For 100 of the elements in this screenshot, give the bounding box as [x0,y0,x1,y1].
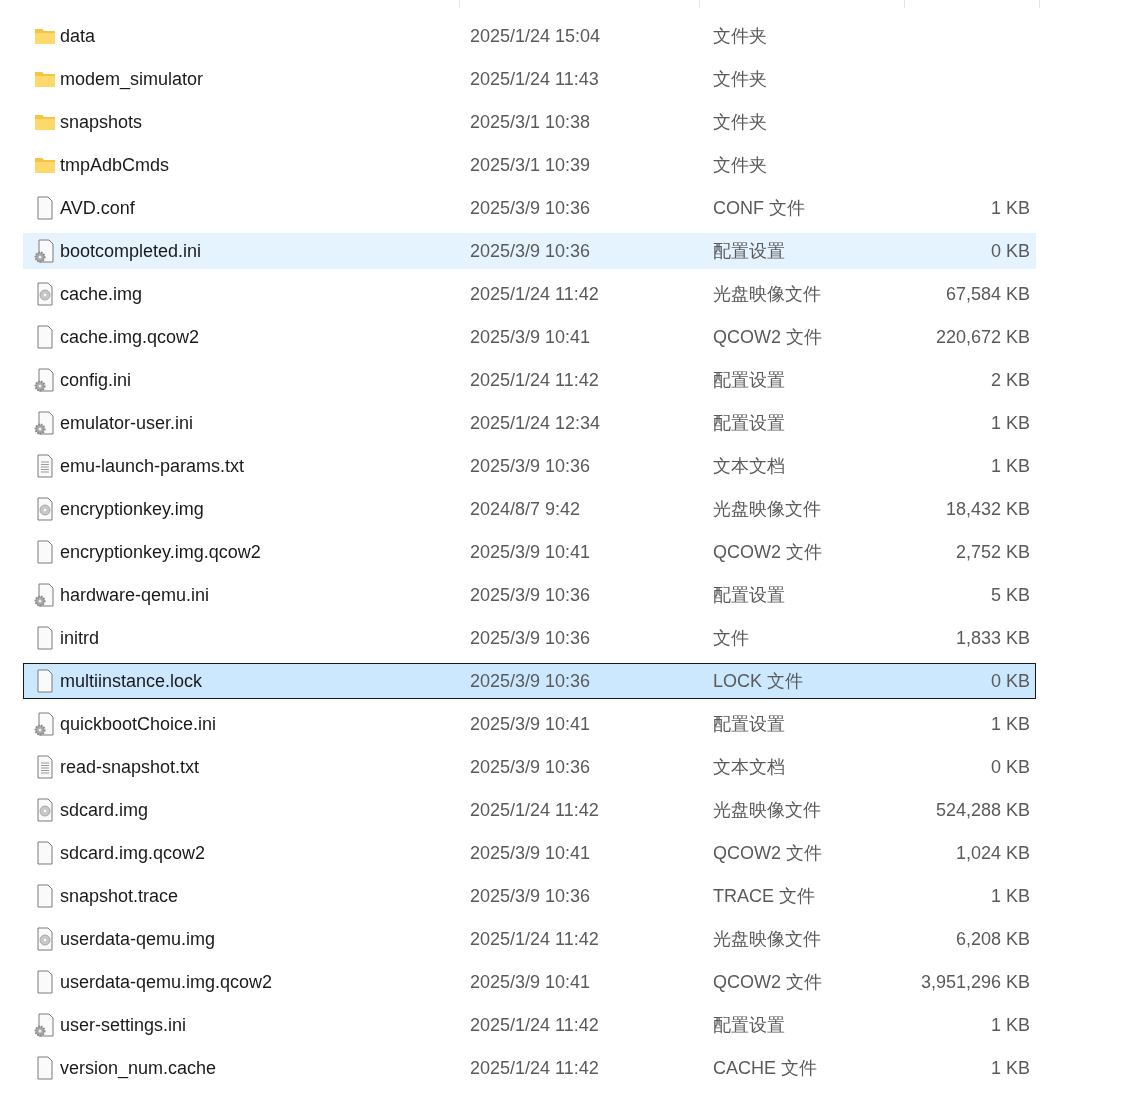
file-icon [35,1056,55,1080]
file-name: modem_simulator [60,67,205,92]
text-file-icon [35,755,55,779]
folder-icon [34,156,56,174]
modified-date: 2025/3/9 10:41 [470,540,592,564]
modified-date: 2025/1/24 11:43 [470,67,600,91]
modified-date: 2025/3/9 10:36 [470,454,592,478]
file-name: user-settings.ini [60,1013,188,1037]
modified-date: 2025/3/9 10:36 [470,583,592,607]
file-type: 文件 [713,626,750,650]
file-size: 1,024 KB [955,841,1030,865]
file-name: userdata-qemu.img [60,927,217,951]
file-size: 1 KB [990,712,1030,736]
file-type: 配置设置 [713,583,786,607]
modified-date: 2025/1/24 11:42 [470,927,600,951]
modified-date: 2025/3/9 10:41 [470,841,592,865]
file-type: LOCK 文件 [713,669,805,693]
modified-date: 2025/3/9 10:41 [470,325,592,349]
file-row[interactable]: bootcompleted.ini 2025/3/9 10:36 配置设置 0 KB [23,233,1036,269]
file-type: CACHE 文件 [713,1056,818,1080]
file-name: read-snapshot.txt [60,755,201,779]
file-size: 6,208 KB [955,927,1030,951]
file-name: sdcard.img [60,798,150,822]
file-type: 配置设置 [713,368,786,392]
file-name: config.ini [60,368,133,392]
file-type: 光盘映像文件 [713,497,822,521]
file-name: emu-launch-params.txt [60,454,246,478]
modified-date: 2025/1/24 15:04 [470,24,602,48]
file-name: quickbootChoice.ini [60,712,218,736]
file-type: CONF 文件 [713,196,806,220]
settings-file-icon [34,583,56,607]
file-type: TRACE 文件 [713,884,816,908]
file-name: snapshot.trace [60,884,180,908]
file-type: 文件夹 [713,110,768,134]
file-type: QCOW2 文件 [713,841,823,865]
modified-date: 2025/1/24 11:42 [470,368,600,392]
modified-date: 2025/3/9 10:36 [470,669,592,693]
file-size: 1 KB [990,1056,1030,1080]
file-type: 光盘映像文件 [713,798,822,822]
file-name: AVD.conf [60,196,136,220]
modified-date: 2025/3/9 10:36 [470,196,592,220]
file-size: 5 KB [990,583,1030,607]
disc-file-icon [35,798,55,822]
file-size: 0 KB [990,669,1030,693]
file-icon [35,540,55,564]
file-name: hardware-qemu.ini [60,583,211,607]
file-name: sdcard.img.qcow2 [60,841,207,865]
file-name: initrd [60,626,100,650]
modified-date: 2025/3/9 10:36 [470,755,592,779]
file-type: QCOW2 文件 [713,540,823,564]
file-name: data [60,24,97,48]
file-type: QCOW2 文件 [713,325,823,349]
file-size: 1 KB [990,454,1030,478]
modified-date: 2025/1/24 12:34 [470,411,602,435]
file-type: QCOW2 文件 [713,970,823,994]
settings-file-icon [34,712,56,736]
file-size: 18,432 KB [945,497,1030,521]
file-icon [35,970,55,994]
file-size: 220,672 KB [935,325,1030,349]
disc-file-icon [35,927,55,951]
modified-date: 2025/3/1 10:38 [470,110,592,134]
file-size: 2,752 KB [955,540,1030,564]
file-name: snapshots [60,110,144,134]
modified-date: 2025/1/24 11:42 [470,1013,600,1037]
file-name: encryptionkey.img.qcow2 [60,540,262,564]
settings-file-icon [34,1013,56,1037]
file-name: cache.img [60,282,144,306]
file-size: 1 KB [990,411,1030,435]
modified-date: 2025/3/9 10:41 [470,712,592,736]
file-name: tmpAdbCmds [60,153,171,177]
modified-date: 2025/3/9 10:36 [470,626,592,650]
file-type: 光盘映像文件 [713,282,822,306]
disc-file-icon [35,497,55,521]
folder-icon [34,70,56,88]
modified-date: 2025/3/1 10:39 [470,153,592,177]
file-size: 1 KB [990,884,1030,908]
file-type: 文本文档 [713,454,786,478]
file-size: 67,584 KB [945,282,1030,306]
file-icon [35,884,55,908]
file-size: 524,288 KB [935,798,1030,822]
file-name: bootcompleted.ini [60,239,203,263]
settings-file-icon [34,368,56,392]
file-type: 配置设置 [713,1013,786,1037]
file-size: 2 KB [990,368,1030,392]
file-type: 文件夹 [713,67,768,91]
file-size: 3,951,296 KB [920,970,1030,994]
file-name: multiinstance.lock [60,669,204,693]
file-size: 0 KB [990,755,1030,779]
file-type: 文本文档 [713,755,786,779]
file-type: 配置设置 [713,239,786,263]
modified-date: 2025/1/24 11:42 [470,798,600,822]
file-size: 1,833 KB [955,626,1030,650]
file-type: 配置设置 [713,411,786,435]
modified-date: 2025/1/24 11:42 [470,1056,600,1080]
folder-icon [34,27,56,45]
file-row[interactable]: multiinstance.lock 2025/3/9 10:36 LOCK 文件 0 KB [23,663,1036,699]
settings-file-icon [34,239,56,263]
modified-date: 2025/3/9 10:41 [470,970,592,994]
file-size: 0 KB [990,239,1030,263]
modified-date: 2025/3/9 10:36 [470,239,592,263]
